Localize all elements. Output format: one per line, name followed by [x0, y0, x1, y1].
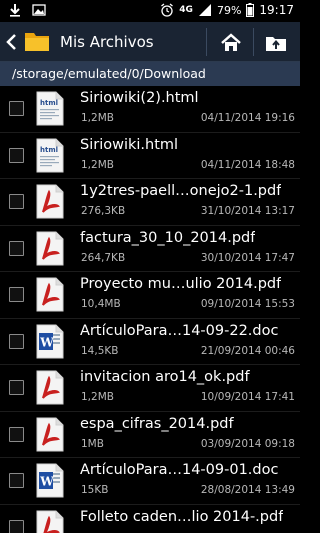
image-icon [32, 4, 46, 16]
clock: 19:17 [259, 3, 294, 17]
row-checkbox[interactable] [9, 101, 24, 116]
file-size: 10,4MB [81, 298, 121, 310]
home-icon [221, 33, 241, 51]
html-file-icon: html [36, 91, 64, 126]
status-bar: 4G 79% 19:17 [0, 0, 300, 22]
app-title: Mis Archivos [60, 33, 154, 51]
battery-percent: 79% [216, 3, 242, 17]
path-bar: /storage/emulated/0/Download [0, 62, 300, 86]
network-type-label: 4G [179, 5, 193, 15]
file-row[interactable]: invitacion aro14_ok.pdf 1,2MB 10/09/2014 1… [0, 365, 300, 412]
word-file-icon: W [36, 324, 64, 358]
svg-text:W: W [39, 335, 54, 349]
pdf-file-icon [36, 370, 64, 405]
file-date: 04/11/2014 19:16 [200, 112, 295, 124]
file-date: 04/11/2014 18:48 [200, 158, 295, 171]
file-date: 10/09/2014 17:41 [200, 391, 295, 403]
svg-text:html: html [40, 99, 58, 107]
file-name: Siriowiki.html [80, 136, 179, 153]
file-size: 276,3KB [81, 205, 126, 217]
download-icon [10, 4, 20, 17]
alarm-clock-icon [161, 3, 174, 17]
row-checkbox[interactable] [9, 287, 24, 302]
parent-folder-button[interactable] [258, 28, 294, 58]
file-size: 1,2MB [81, 158, 114, 171]
file-name: ArtículoPara…14-09-01.doc [80, 462, 279, 478]
row-checkbox[interactable] [9, 194, 24, 209]
file-date: 31/10/2014 13:17 [200, 205, 295, 217]
file-row[interactable]: 1y2tres-paell…onejo2-1.pdf 276,3KB 31/10/2… [0, 179, 300, 226]
home-button[interactable] [213, 28, 249, 58]
chevron-left-icon[interactable] [4, 32, 18, 52]
folder-icon[interactable] [24, 30, 50, 52]
file-row[interactable]: espa_cifras_2014.pdf 1MB 03/09/2014 09:18 [0, 412, 300, 458]
file-row[interactable]: W ArtículoPara…14-09-01.doc 15KB 28/08/201… [0, 458, 300, 505]
pdf-file-icon [36, 510, 64, 533]
divider [253, 28, 254, 56]
row-checkbox[interactable] [9, 473, 24, 488]
file-row[interactable]: W ArtículoPara…14-09-22.doc 14,5KB 21/09/2… [0, 319, 300, 365]
action-bar: Mis Archivos [0, 22, 300, 62]
current-path: /storage/emulated/0/Download [12, 66, 206, 81]
svg-text:W: W [39, 475, 54, 489]
file-date: 30/10/2014 17:47 [200, 251, 295, 264]
folder-up-icon [266, 37, 286, 51]
signal-icon [198, 4, 211, 16]
word-file-icon: W [36, 463, 64, 498]
file-name: 1y2tres-paell…onejo2-1.pdf [80, 183, 282, 199]
pdf-file-icon [36, 231, 64, 265]
file-name: ArtículoPara…14-09-22.doc [80, 322, 279, 339]
pdf-file-icon [36, 417, 64, 451]
battery-icon [246, 3, 255, 17]
row-checkbox[interactable] [9, 426, 24, 442]
file-size: 264,7KB [81, 251, 126, 264]
html-file-icon: html [36, 138, 64, 172]
file-size: 1,2MB [81, 112, 114, 124]
file-name: Folleto caden…lio 2014-.pdf [80, 508, 284, 525]
row-checkbox[interactable] [9, 333, 24, 349]
pdf-file-icon [36, 184, 64, 219]
file-size: 1,2MB [81, 391, 114, 403]
file-size: 14,5KB [81, 344, 119, 357]
file-name: Proyecto mu…ulio 2014.pdf [80, 276, 282, 292]
file-date: 21/09/2014 00:46 [200, 344, 295, 357]
file-row[interactable]: html Siriowiki(2).html 1,2MB 04/11/2014 19… [0, 86, 300, 133]
file-size: 1MB [81, 437, 104, 450]
file-name: invitacion aro14_ok.pdf [80, 369, 250, 385]
file-row[interactable]: Proyecto mu…ulio 2014.pdf 10,4MB 09/10/201… [0, 272, 300, 319]
file-name: factura_30_10_2014.pdf [80, 229, 256, 246]
row-checkbox[interactable] [9, 147, 24, 163]
row-checkbox[interactable] [9, 240, 24, 256]
svg-text:html: html [40, 146, 58, 154]
file-row[interactable]: factura_30_10_2014.pdf 264,7KB 30/10/2014 … [0, 226, 300, 272]
file-name: espa_cifras_2014.pdf [80, 415, 234, 432]
divider [206, 28, 207, 56]
file-date: 03/09/2014 09:18 [200, 437, 295, 450]
pdf-file-icon [36, 277, 64, 312]
row-checkbox[interactable] [9, 380, 24, 395]
row-checkbox[interactable] [9, 519, 24, 533]
file-list: html Siriowiki(2).html 1,2MB 04/11/2014 19… [0, 86, 300, 533]
file-row[interactable]: html Siriowiki.html 1,2MB 04/11/2014 18:48 [0, 133, 300, 179]
file-name: Siriowiki(2).html [80, 90, 199, 106]
file-row[interactable]: Folleto caden…lio 2014-.pdf [0, 505, 300, 533]
file-size: 15KB [81, 484, 109, 496]
file-date: 28/08/2014 13:49 [200, 484, 295, 496]
file-date: 09/10/2014 15:53 [200, 298, 295, 310]
